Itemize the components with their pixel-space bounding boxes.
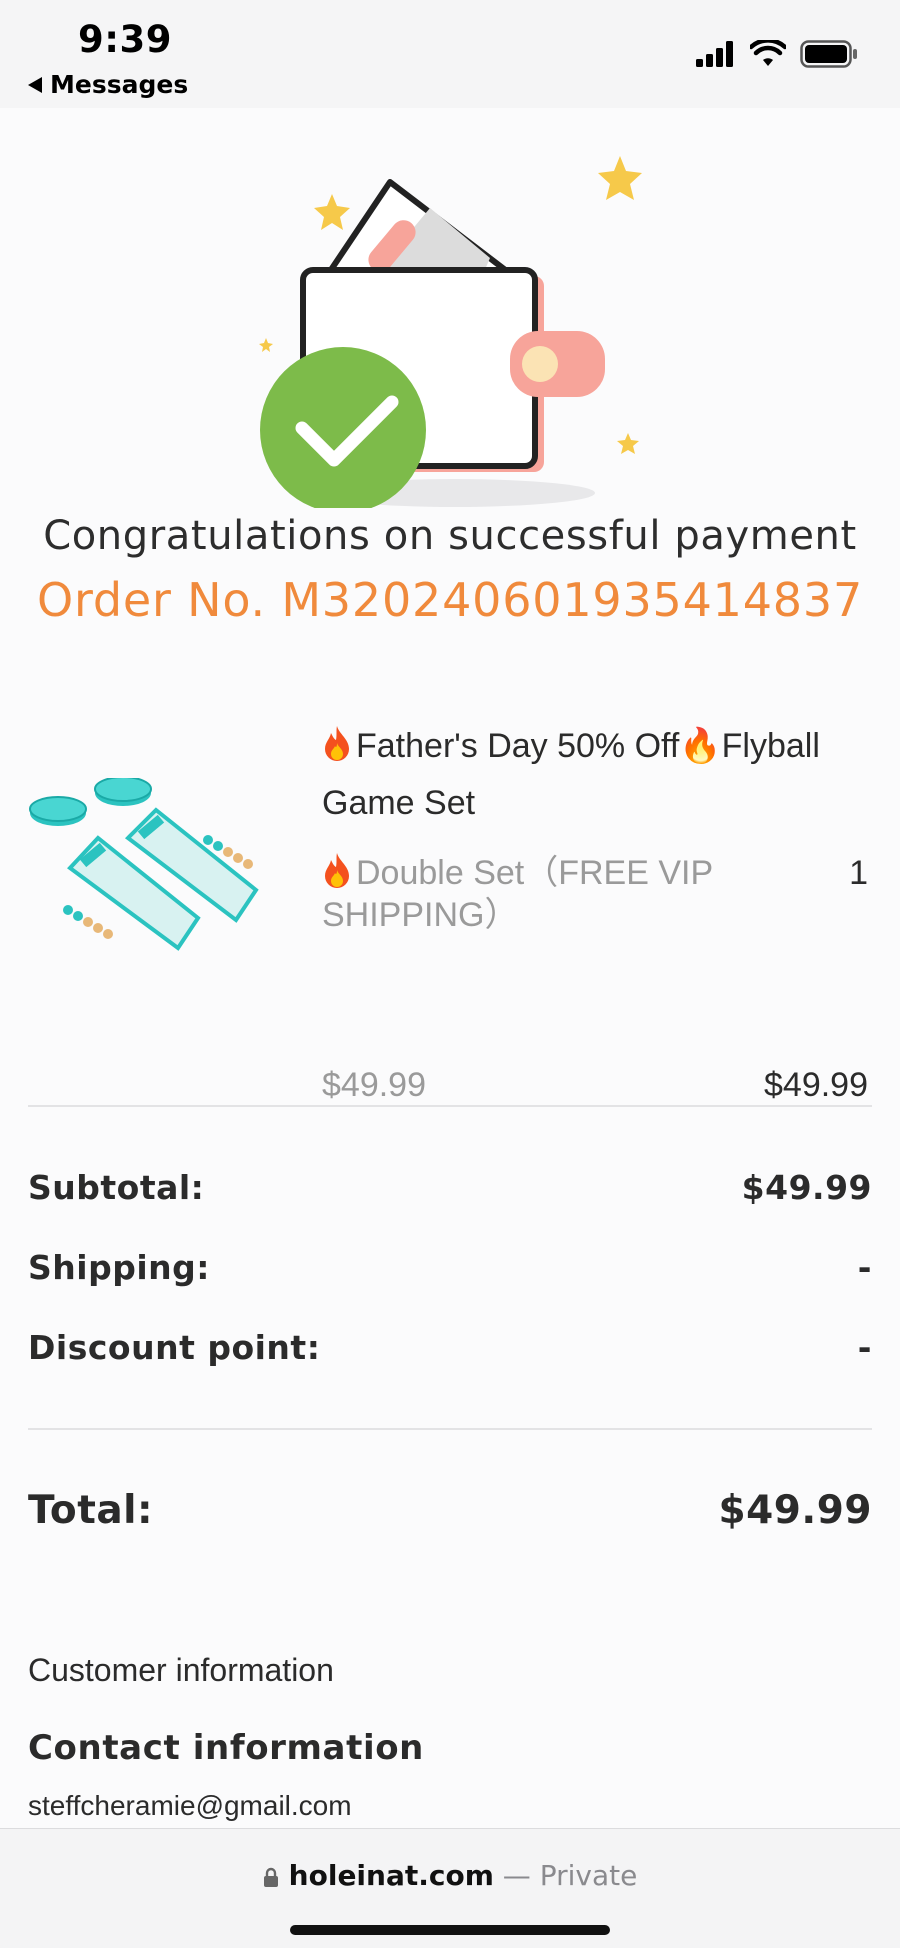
shipping-row: Shipping: - <box>28 1248 872 1287</box>
back-label: Messages <box>50 70 189 99</box>
subtotal-value: $49.99 <box>741 1168 872 1207</box>
fire-icon <box>325 853 349 888</box>
status-icons <box>696 40 858 68</box>
product-variant: Double Set（FREE VIP SHIPPING） <box>322 852 812 936</box>
subtotal-row: Subtotal: $49.99 <box>28 1168 872 1207</box>
private-label: Private <box>539 1859 638 1892</box>
total-row: Total: $49.99 <box>28 1488 872 1533</box>
divider <box>28 1105 872 1107</box>
divider <box>28 1428 872 1430</box>
signal-icon <box>696 41 733 67</box>
browser-url-bar[interactable]: holeinat.com — Private <box>0 1828 900 1948</box>
contact-information-heading: Contact information <box>28 1728 424 1768</box>
product-unit-price: $49.99 <box>322 1066 426 1104</box>
status-time: 9:39 <box>78 18 173 61</box>
url-display[interactable]: holeinat.com — Private <box>0 1859 900 1892</box>
back-to-messages-button[interactable]: Messages <box>28 70 188 99</box>
back-arrow-icon <box>28 76 42 93</box>
shipping-label: Shipping: <box>28 1248 210 1287</box>
wifi-icon <box>750 40 786 66</box>
order-number: Order No. M320240601935414837 <box>36 573 864 627</box>
url-domain: holeinat.com <box>288 1859 494 1892</box>
product-title[interactable]: Father's Day 50% Off🔥Flyball Game Set <box>322 718 882 832</box>
customer-email: steffcheramie@gmail.com <box>28 1790 352 1821</box>
product-title-text: Father's Day 50% Off🔥Flyball Game Set <box>322 727 820 822</box>
lock-icon <box>263 1867 278 1887</box>
payment-success-illustration <box>259 156 642 508</box>
discount-value: - <box>857 1328 872 1367</box>
product-variant-text: Double Set（FREE VIP SHIPPING） <box>322 854 713 934</box>
total-value: $49.99 <box>718 1488 872 1533</box>
order-confirmation-page: Congratulations on successful payment Or… <box>0 108 900 1828</box>
fire-icon <box>325 726 349 761</box>
discount-label: Discount point: <box>28 1328 321 1367</box>
product-line-total: $49.99 <box>764 1066 868 1104</box>
discount-row: Discount point: - <box>28 1328 872 1367</box>
total-label: Total: <box>28 1488 154 1533</box>
battery-icon <box>800 40 857 68</box>
url-separator: — <box>493 1859 540 1892</box>
payment-success-heading: Congratulations on successful payment <box>43 513 857 559</box>
shipping-value: - <box>857 1248 872 1287</box>
subtotal-label: Subtotal: <box>28 1168 205 1207</box>
product-image <box>29 778 259 951</box>
product-quantity: 1 <box>849 854 868 892</box>
status-bar: 9:39 Messages <box>0 0 900 108</box>
home-indicator[interactable] <box>290 1925 610 1935</box>
customer-information-heading: Customer information <box>28 1652 334 1688</box>
